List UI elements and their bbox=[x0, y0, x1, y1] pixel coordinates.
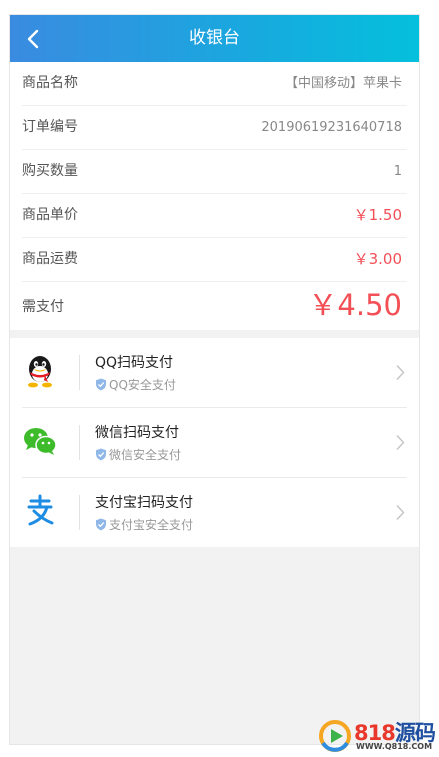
row-product-name: 商品名称 【中国移动】苹果卡 bbox=[22, 62, 407, 106]
chevron-right-icon bbox=[396, 365, 405, 380]
divider bbox=[79, 495, 80, 530]
chevron-right-icon bbox=[396, 505, 405, 520]
shield-icon bbox=[96, 518, 106, 531]
row-value: 1 bbox=[393, 164, 402, 179]
play-logo-icon bbox=[319, 720, 351, 752]
section-divider bbox=[10, 330, 419, 338]
row-label: 订单编号 bbox=[22, 119, 78, 135]
page-title: 收银台 bbox=[189, 28, 240, 48]
cashier-page: 收银台 商品名称 【中国移动】苹果卡 订单编号 2019061923164071… bbox=[9, 14, 420, 745]
pay-option-alipay[interactable]: 支付宝扫码支付 支付宝安全支付 bbox=[22, 478, 407, 547]
payment-methods: QQ扫码支付 QQ安全支付 微信扫码支付 微信安全支付 支付宝扫码支付 支付宝安… bbox=[10, 338, 419, 547]
pay-option-sub-text: QQ安全支付 bbox=[109, 378, 176, 392]
pay-option-qq[interactable]: QQ扫码支付 QQ安全支付 bbox=[22, 338, 407, 408]
row-label: 商品单价 bbox=[22, 207, 78, 223]
row-value: ￥1.50 bbox=[353, 206, 402, 224]
total-amount: ￥4.50 bbox=[308, 288, 402, 322]
row-value: 20190619231640718 bbox=[261, 120, 402, 135]
pay-option-subtitle: 微信安全支付 bbox=[95, 446, 181, 463]
order-info: 商品名称 【中国移动】苹果卡 订单编号 20190619231640718 购买… bbox=[10, 62, 419, 330]
divider bbox=[79, 355, 80, 390]
row-order-number: 订单编号 20190619231640718 bbox=[22, 106, 407, 150]
pay-option-name: 微信扫码支付 bbox=[95, 425, 179, 441]
pay-option-sub-text: 微信安全支付 bbox=[109, 448, 182, 462]
shield-icon bbox=[96, 448, 106, 461]
row-unit-price: 商品单价 ￥1.50 bbox=[22, 194, 407, 238]
pay-option-wechat[interactable]: 微信扫码支付 微信安全支付 bbox=[22, 408, 407, 478]
shield-icon bbox=[96, 378, 106, 391]
row-label: 购买数量 bbox=[22, 163, 78, 179]
site-watermark: 818源码 WWW.Q818.COM bbox=[318, 717, 436, 755]
pay-option-name: QQ扫码支付 bbox=[95, 355, 174, 371]
pay-option-subtitle: QQ安全支付 bbox=[95, 376, 176, 393]
row-label: 商品名称 bbox=[22, 75, 78, 91]
row-quantity: 购买数量 1 bbox=[22, 150, 407, 194]
total-label: 需支付 bbox=[22, 299, 64, 315]
row-total: 需支付 ￥4.50 bbox=[22, 282, 407, 330]
pay-option-name: 支付宝扫码支付 bbox=[95, 495, 193, 511]
row-shipping: 商品运费 ￥3.00 bbox=[22, 238, 407, 282]
row-value: 【中国移动】苹果卡 bbox=[284, 76, 402, 91]
header-bar: 收银台 bbox=[10, 15, 419, 62]
row-label: 商品运费 bbox=[22, 251, 78, 267]
pay-option-sub-text: 支付宝安全支付 bbox=[109, 518, 194, 532]
wechat-icon bbox=[24, 428, 57, 455]
watermark-url: WWW.Q818.COM bbox=[356, 742, 433, 751]
alipay-icon bbox=[27, 494, 54, 526]
chevron-right-icon bbox=[396, 435, 405, 450]
qq-icon bbox=[28, 356, 52, 388]
pay-option-subtitle: 支付宝安全支付 bbox=[95, 516, 193, 533]
divider bbox=[79, 425, 80, 460]
row-value: ￥3.00 bbox=[353, 250, 402, 268]
